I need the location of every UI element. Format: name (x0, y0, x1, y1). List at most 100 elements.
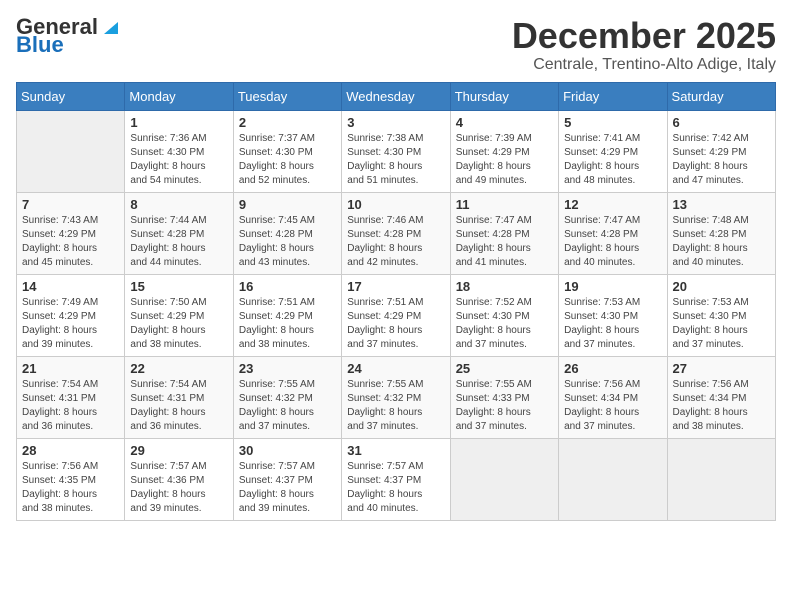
day-number: 28 (22, 443, 119, 458)
day-info: Sunrise: 7:51 AM Sunset: 4:29 PM Dayligh… (347, 296, 444, 352)
calendar-cell (667, 438, 775, 520)
header: General Blue December 2025 Centrale, Tre… (16, 16, 776, 74)
logo-text-line2: Blue (16, 34, 64, 56)
day-number: 21 (22, 361, 119, 376)
calendar-cell (559, 438, 667, 520)
day-info: Sunrise: 7:54 AM Sunset: 4:31 PM Dayligh… (22, 378, 119, 434)
weekday-header-thursday: Thursday (450, 82, 558, 110)
day-number: 15 (130, 279, 227, 294)
day-number: 25 (456, 361, 553, 376)
calendar-week-row: 28Sunrise: 7:56 AM Sunset: 4:35 PM Dayli… (17, 438, 776, 520)
calendar-cell: 5 Sunrise: 7:41 AM Sunset: 4:29 PM Daylig… (559, 110, 667, 192)
calendar-cell: 14 Sunrise: 7:49 AM Sunset: 4:29 PM Dayli… (17, 274, 125, 356)
day-number: 16 (239, 279, 336, 294)
calendar-cell: 7Sunrise: 7:43 AM Sunset: 4:29 PM Daylig… (17, 192, 125, 274)
weekday-header-sunday: Sunday (17, 82, 125, 110)
day-info: Sunrise: 7:57 AM Sunset: 4:37 PM Dayligh… (347, 460, 444, 516)
calendar-cell: 21 Sunrise: 7:54 AM Sunset: 4:31 PM Dayli… (17, 356, 125, 438)
location-title: Centrale, Trentino-Alto Adige, Italy (512, 56, 776, 74)
calendar-cell: 15 Sunrise: 7:50 AM Sunset: 4:29 PM Dayli… (125, 274, 233, 356)
calendar-cell (450, 438, 558, 520)
day-number: 22 (130, 361, 227, 376)
day-info: Sunrise: 7:52 AM Sunset: 4:30 PM Dayligh… (456, 296, 553, 352)
calendar-cell: 23Sunrise: 7:55 AM Sunset: 4:32 PM Dayli… (233, 356, 341, 438)
day-info: Sunrise: 7:54 AM Sunset: 4:31 PM Dayligh… (130, 378, 227, 434)
calendar-cell: 8 Sunrise: 7:44 AM Sunset: 4:28 PM Daylig… (125, 192, 233, 274)
day-info: Sunrise: 7:57 AM Sunset: 4:37 PM Dayligh… (239, 460, 336, 516)
day-info: Sunrise: 7:53 AM Sunset: 4:30 PM Dayligh… (564, 296, 661, 352)
day-info: Sunrise: 7:41 AM Sunset: 4:29 PM Dayligh… (564, 132, 661, 188)
calendar-cell: 25Sunrise: 7:55 AM Sunset: 4:33 PM Dayli… (450, 356, 558, 438)
calendar-cell: 10 Sunrise: 7:46 AM Sunset: 4:28 PM Dayli… (342, 192, 450, 274)
day-info: Sunrise: 7:55 AM Sunset: 4:32 PM Dayligh… (239, 378, 336, 434)
calendar-cell: 4 Sunrise: 7:39 AM Sunset: 4:29 PM Daylig… (450, 110, 558, 192)
day-number: 12 (564, 197, 661, 212)
day-number: 13 (673, 197, 770, 212)
day-info: Sunrise: 7:56 AM Sunset: 4:34 PM Dayligh… (564, 378, 661, 434)
day-info: Sunrise: 7:50 AM Sunset: 4:29 PM Dayligh… (130, 296, 227, 352)
day-number: 27 (673, 361, 770, 376)
calendar-cell: 20Sunrise: 7:53 AM Sunset: 4:30 PM Dayli… (667, 274, 775, 356)
logo-triangle-icon (100, 18, 118, 36)
day-number: 6 (673, 115, 770, 130)
calendar-cell: 31 Sunrise: 7:57 AM Sunset: 4:37 PM Dayli… (342, 438, 450, 520)
day-number: 19 (564, 279, 661, 294)
day-info: Sunrise: 7:56 AM Sunset: 4:34 PM Dayligh… (673, 378, 770, 434)
calendar-week-row: 21 Sunrise: 7:54 AM Sunset: 4:31 PM Dayli… (17, 356, 776, 438)
calendar-cell: 30 Sunrise: 7:57 AM Sunset: 4:37 PM Dayli… (233, 438, 341, 520)
day-info: Sunrise: 7:51 AM Sunset: 4:29 PM Dayligh… (239, 296, 336, 352)
day-number: 31 (347, 443, 444, 458)
day-number: 11 (456, 197, 553, 212)
day-info: Sunrise: 7:47 AM Sunset: 4:28 PM Dayligh… (456, 214, 553, 270)
calendar-cell: 28Sunrise: 7:56 AM Sunset: 4:35 PM Dayli… (17, 438, 125, 520)
weekday-header-row: SundayMondayTuesdayWednesdayThursdayFrid… (17, 82, 776, 110)
day-number: 17 (347, 279, 444, 294)
day-info: Sunrise: 7:55 AM Sunset: 4:32 PM Dayligh… (347, 378, 444, 434)
calendar-cell: 22 Sunrise: 7:54 AM Sunset: 4:31 PM Dayli… (125, 356, 233, 438)
calendar-cell: 13 Sunrise: 7:48 AM Sunset: 4:28 PM Dayli… (667, 192, 775, 274)
month-title: December 2025 (512, 16, 776, 56)
calendar-cell: 12 Sunrise: 7:47 AM Sunset: 4:28 PM Dayli… (559, 192, 667, 274)
day-number: 1 (130, 115, 227, 130)
day-number: 14 (22, 279, 119, 294)
calendar-cell: 17 Sunrise: 7:51 AM Sunset: 4:29 PM Dayli… (342, 274, 450, 356)
day-number: 2 (239, 115, 336, 130)
weekday-header-friday: Friday (559, 82, 667, 110)
calendar-cell: 19 Sunrise: 7:53 AM Sunset: 4:30 PM Dayli… (559, 274, 667, 356)
calendar-week-row: 14 Sunrise: 7:49 AM Sunset: 4:29 PM Dayli… (17, 274, 776, 356)
title-area: December 2025 Centrale, Trentino-Alto Ad… (512, 16, 776, 74)
weekday-header-saturday: Saturday (667, 82, 775, 110)
day-number: 4 (456, 115, 553, 130)
calendar-cell: 2 Sunrise: 7:37 AM Sunset: 4:30 PM Daylig… (233, 110, 341, 192)
day-info: Sunrise: 7:57 AM Sunset: 4:36 PM Dayligh… (130, 460, 227, 516)
day-info: Sunrise: 7:47 AM Sunset: 4:28 PM Dayligh… (564, 214, 661, 270)
weekday-header-wednesday: Wednesday (342, 82, 450, 110)
calendar-cell: 18 Sunrise: 7:52 AM Sunset: 4:30 PM Dayli… (450, 274, 558, 356)
day-info: Sunrise: 7:46 AM Sunset: 4:28 PM Dayligh… (347, 214, 444, 270)
day-number: 5 (564, 115, 661, 130)
day-info: Sunrise: 7:48 AM Sunset: 4:28 PM Dayligh… (673, 214, 770, 270)
day-number: 29 (130, 443, 227, 458)
calendar-cell: 11 Sunrise: 7:47 AM Sunset: 4:28 PM Dayli… (450, 192, 558, 274)
day-info: Sunrise: 7:36 AM Sunset: 4:30 PM Dayligh… (130, 132, 227, 188)
day-number: 10 (347, 197, 444, 212)
logo: General Blue (16, 16, 118, 56)
day-info: Sunrise: 7:42 AM Sunset: 4:29 PM Dayligh… (673, 132, 770, 188)
day-info: Sunrise: 7:38 AM Sunset: 4:30 PM Dayligh… (347, 132, 444, 188)
calendar-cell: 6 Sunrise: 7:42 AM Sunset: 4:29 PM Daylig… (667, 110, 775, 192)
weekday-header-monday: Monday (125, 82, 233, 110)
day-number: 8 (130, 197, 227, 212)
day-number: 18 (456, 279, 553, 294)
calendar-cell: 24Sunrise: 7:55 AM Sunset: 4:32 PM Dayli… (342, 356, 450, 438)
day-info: Sunrise: 7:49 AM Sunset: 4:29 PM Dayligh… (22, 296, 119, 352)
day-number: 30 (239, 443, 336, 458)
day-info: Sunrise: 7:44 AM Sunset: 4:28 PM Dayligh… (130, 214, 227, 270)
calendar-week-row: 1 Sunrise: 7:36 AM Sunset: 4:30 PM Daylig… (17, 110, 776, 192)
day-info: Sunrise: 7:37 AM Sunset: 4:30 PM Dayligh… (239, 132, 336, 188)
calendar-table: SundayMondayTuesdayWednesdayThursdayFrid… (16, 82, 776, 521)
day-info: Sunrise: 7:39 AM Sunset: 4:29 PM Dayligh… (456, 132, 553, 188)
day-number: 26 (564, 361, 661, 376)
day-info: Sunrise: 7:53 AM Sunset: 4:30 PM Dayligh… (673, 296, 770, 352)
calendar-cell: 16 Sunrise: 7:51 AM Sunset: 4:29 PM Dayli… (233, 274, 341, 356)
day-number: 7 (22, 197, 119, 212)
